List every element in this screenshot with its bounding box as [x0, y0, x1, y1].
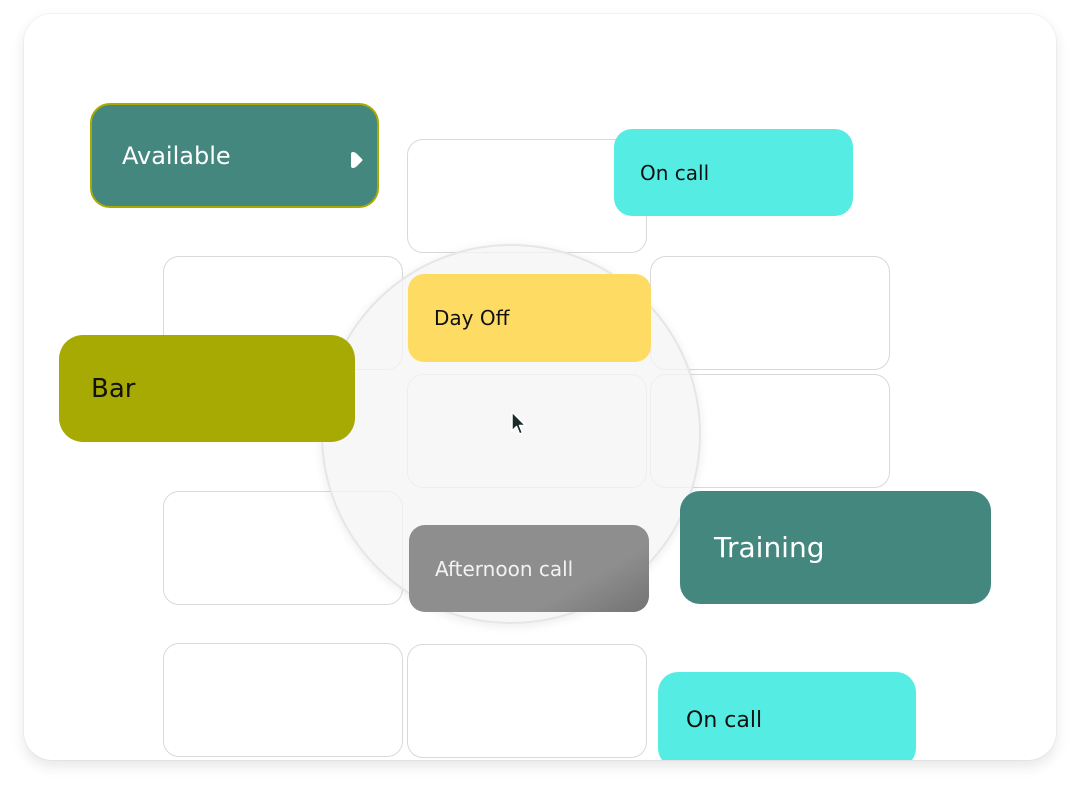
chip-afternoon-call[interactable]: Afternoon call — [409, 525, 649, 612]
chip-label: On call — [640, 160, 710, 185]
grid-cell[interactable] — [163, 643, 403, 757]
chip-label: Day Off — [434, 306, 510, 330]
chip-on-call[interactable]: On call — [614, 129, 853, 216]
chip-bar[interactable]: Bar — [59, 335, 355, 442]
chip-day-off[interactable]: Day Off — [408, 274, 651, 362]
chip-label: Training — [714, 531, 825, 564]
chip-label: Available — [122, 141, 231, 170]
grid-cell[interactable] — [650, 256, 890, 370]
arrow-cursor-icon — [510, 411, 530, 437]
chip-label: Bar — [91, 373, 136, 404]
grid-cell[interactable] — [407, 644, 647, 758]
grid-cell[interactable] — [407, 139, 647, 253]
chip-on-call[interactable]: On call — [658, 672, 916, 760]
chip-training[interactable]: Training — [680, 491, 991, 604]
chip-label: On call — [686, 707, 763, 733]
chip-label: Afternoon call — [435, 556, 574, 581]
chip-available[interactable]: Available — [90, 103, 379, 208]
schedule-canvas: Available On call Day Off Bar Afternoon … — [24, 14, 1056, 760]
